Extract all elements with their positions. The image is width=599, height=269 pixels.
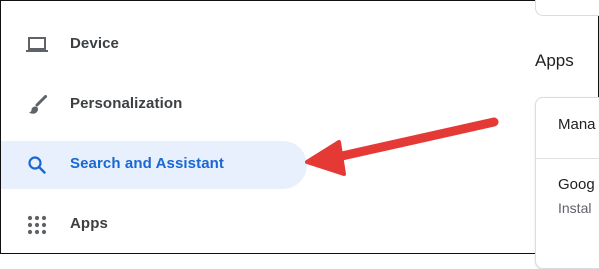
apps-card: Mana Goog Instal: [535, 97, 599, 269]
google-play-row-title[interactable]: Goog: [558, 176, 595, 193]
sidebar-item-label: Search and Assistant: [70, 155, 224, 172]
row-divider: [536, 158, 599, 159]
sidebar-item-label: Device: [70, 35, 119, 52]
sidebar-item-label: Personalization: [70, 95, 183, 112]
apps-section-title: Apps: [535, 51, 574, 70]
apps-grid-icon: [25, 213, 49, 237]
sidebar-item-personalization[interactable]: Personalization: [1, 81, 307, 129]
brush-icon: [25, 93, 49, 117]
sidebar-item-label: Apps: [70, 215, 108, 232]
previous-section-card: [535, 0, 599, 16]
window-frame: Device Personalization Search and Assist…: [0, 0, 599, 269]
sidebar-item-apps[interactable]: Apps: [1, 201, 307, 249]
sidebar-item-search-and-assistant[interactable]: Search and Assistant: [1, 141, 307, 189]
search-icon: [25, 153, 49, 177]
google-play-row-subtitle: Instal: [558, 200, 592, 216]
settings-sidebar: Device Personalization Search and Assist…: [1, 1, 331, 255]
manage-apps-row[interactable]: Mana: [558, 116, 596, 133]
laptop-icon: [25, 33, 49, 57]
sidebar-item-device[interactable]: Device: [1, 21, 307, 69]
